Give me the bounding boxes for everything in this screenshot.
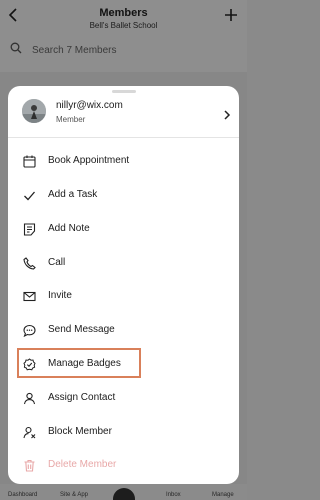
checkmark-icon: [23, 189, 36, 202]
calendar-icon: [23, 155, 36, 168]
call-item[interactable]: Call: [8, 251, 239, 275]
trash-icon: [23, 459, 36, 472]
avatar: [22, 99, 46, 123]
item-label: Block Member: [48, 426, 112, 437]
envelope-icon: [23, 290, 36, 303]
add-note-item[interactable]: Add Note: [8, 217, 239, 241]
member-email: nillyr@wix.com: [56, 100, 123, 111]
add-task-item[interactable]: Add a Task: [8, 183, 239, 207]
invite-item[interactable]: Invite: [8, 284, 239, 308]
item-label: Send Message: [48, 324, 115, 335]
block-member-item[interactable]: Block Member: [8, 420, 239, 444]
block-user-icon: [23, 426, 36, 439]
sheet-grabber[interactable]: [112, 90, 136, 93]
item-label: Delete Member: [48, 459, 117, 470]
actions-sheet: nillyr@wix.com Member Book Appointment A…: [8, 86, 239, 484]
note-icon: [23, 223, 36, 236]
chat-bubble-icon: [23, 324, 36, 338]
item-label: Book Appointment: [48, 155, 130, 166]
book-appointment-item[interactable]: Book Appointment: [8, 149, 239, 173]
item-label: Assign Contact: [48, 392, 116, 403]
assign-contact-item[interactable]: Assign Contact: [8, 386, 239, 410]
item-label: Add Note: [48, 223, 90, 234]
item-label: Invite: [48, 290, 72, 301]
send-message-item[interactable]: Send Message: [8, 318, 239, 342]
manage-badges-highlight: [17, 348, 141, 378]
delete-member-item[interactable]: Delete Member: [8, 453, 239, 477]
user-icon: [23, 392, 36, 405]
phone-icon: [23, 257, 36, 270]
member-profile-row[interactable]: nillyr@wix.com Member: [8, 96, 239, 132]
item-label: Add a Task: [48, 189, 98, 200]
divider: [8, 137, 239, 138]
chevron-right-icon: [223, 107, 231, 120]
member-role: Member: [56, 115, 86, 124]
item-label: Call: [48, 257, 66, 268]
